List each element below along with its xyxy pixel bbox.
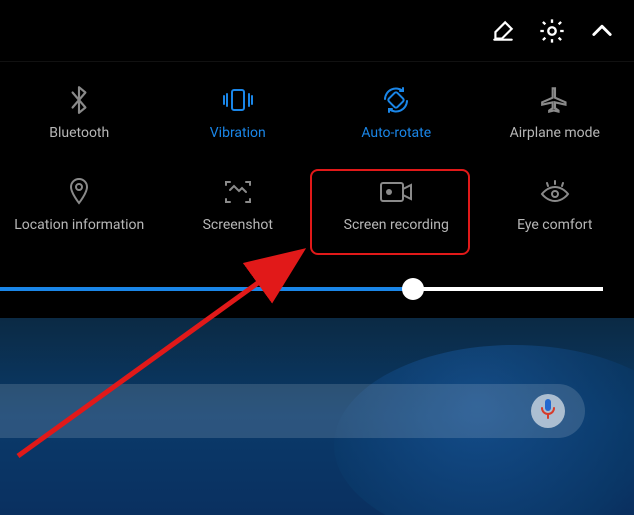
- quick-settings-grid: Bluetooth Vibration Auto-rotate: [0, 66, 634, 250]
- tile-label: Screen recording: [344, 217, 449, 233]
- screenrecording-icon: [379, 175, 413, 209]
- tile-airplane[interactable]: Airplane mode: [476, 66, 634, 158]
- tile-label: Airplane mode: [510, 125, 600, 141]
- airplane-icon: [541, 83, 569, 117]
- tile-location[interactable]: Location information: [0, 158, 159, 250]
- topbar: [0, 0, 634, 62]
- slider-track-empty: [413, 287, 603, 291]
- tile-label: Eye comfort: [517, 217, 592, 233]
- edit-icon[interactable]: [490, 18, 516, 44]
- screenshot-icon: [223, 175, 253, 209]
- tile-label: Screenshot: [203, 217, 273, 233]
- mic-icon: [539, 398, 557, 424]
- tile-label: Bluetooth: [49, 125, 109, 141]
- slider-track-filled: [0, 287, 413, 291]
- gear-icon[interactable]: [538, 17, 566, 45]
- tile-screenshot[interactable]: Screenshot: [159, 158, 318, 250]
- bluetooth-icon: [66, 83, 92, 117]
- autorotate-icon: [381, 83, 411, 117]
- slider-thumb[interactable]: [402, 278, 424, 300]
- brightness-slider[interactable]: [0, 278, 634, 300]
- tile-autorotate[interactable]: Auto-rotate: [317, 66, 476, 158]
- chevron-up-icon[interactable]: [588, 17, 616, 45]
- eyecomfort-icon: [539, 175, 571, 209]
- tile-bluetooth[interactable]: Bluetooth: [0, 66, 159, 158]
- tile-screenrecording[interactable]: Screen recording: [317, 158, 476, 250]
- location-icon: [67, 175, 91, 209]
- quick-settings-panel: Bluetooth Vibration Auto-rotate: [0, 0, 634, 318]
- tile-label: Location information: [14, 217, 144, 233]
- mic-button[interactable]: [531, 394, 565, 428]
- tile-eyecomfort[interactable]: Eye comfort: [476, 158, 634, 250]
- vibration-icon: [221, 83, 255, 117]
- search-bar[interactable]: [0, 384, 585, 438]
- tile-vibration[interactable]: Vibration: [159, 66, 318, 158]
- tile-label: Auto-rotate: [361, 125, 431, 141]
- tile-label: Vibration: [210, 125, 266, 141]
